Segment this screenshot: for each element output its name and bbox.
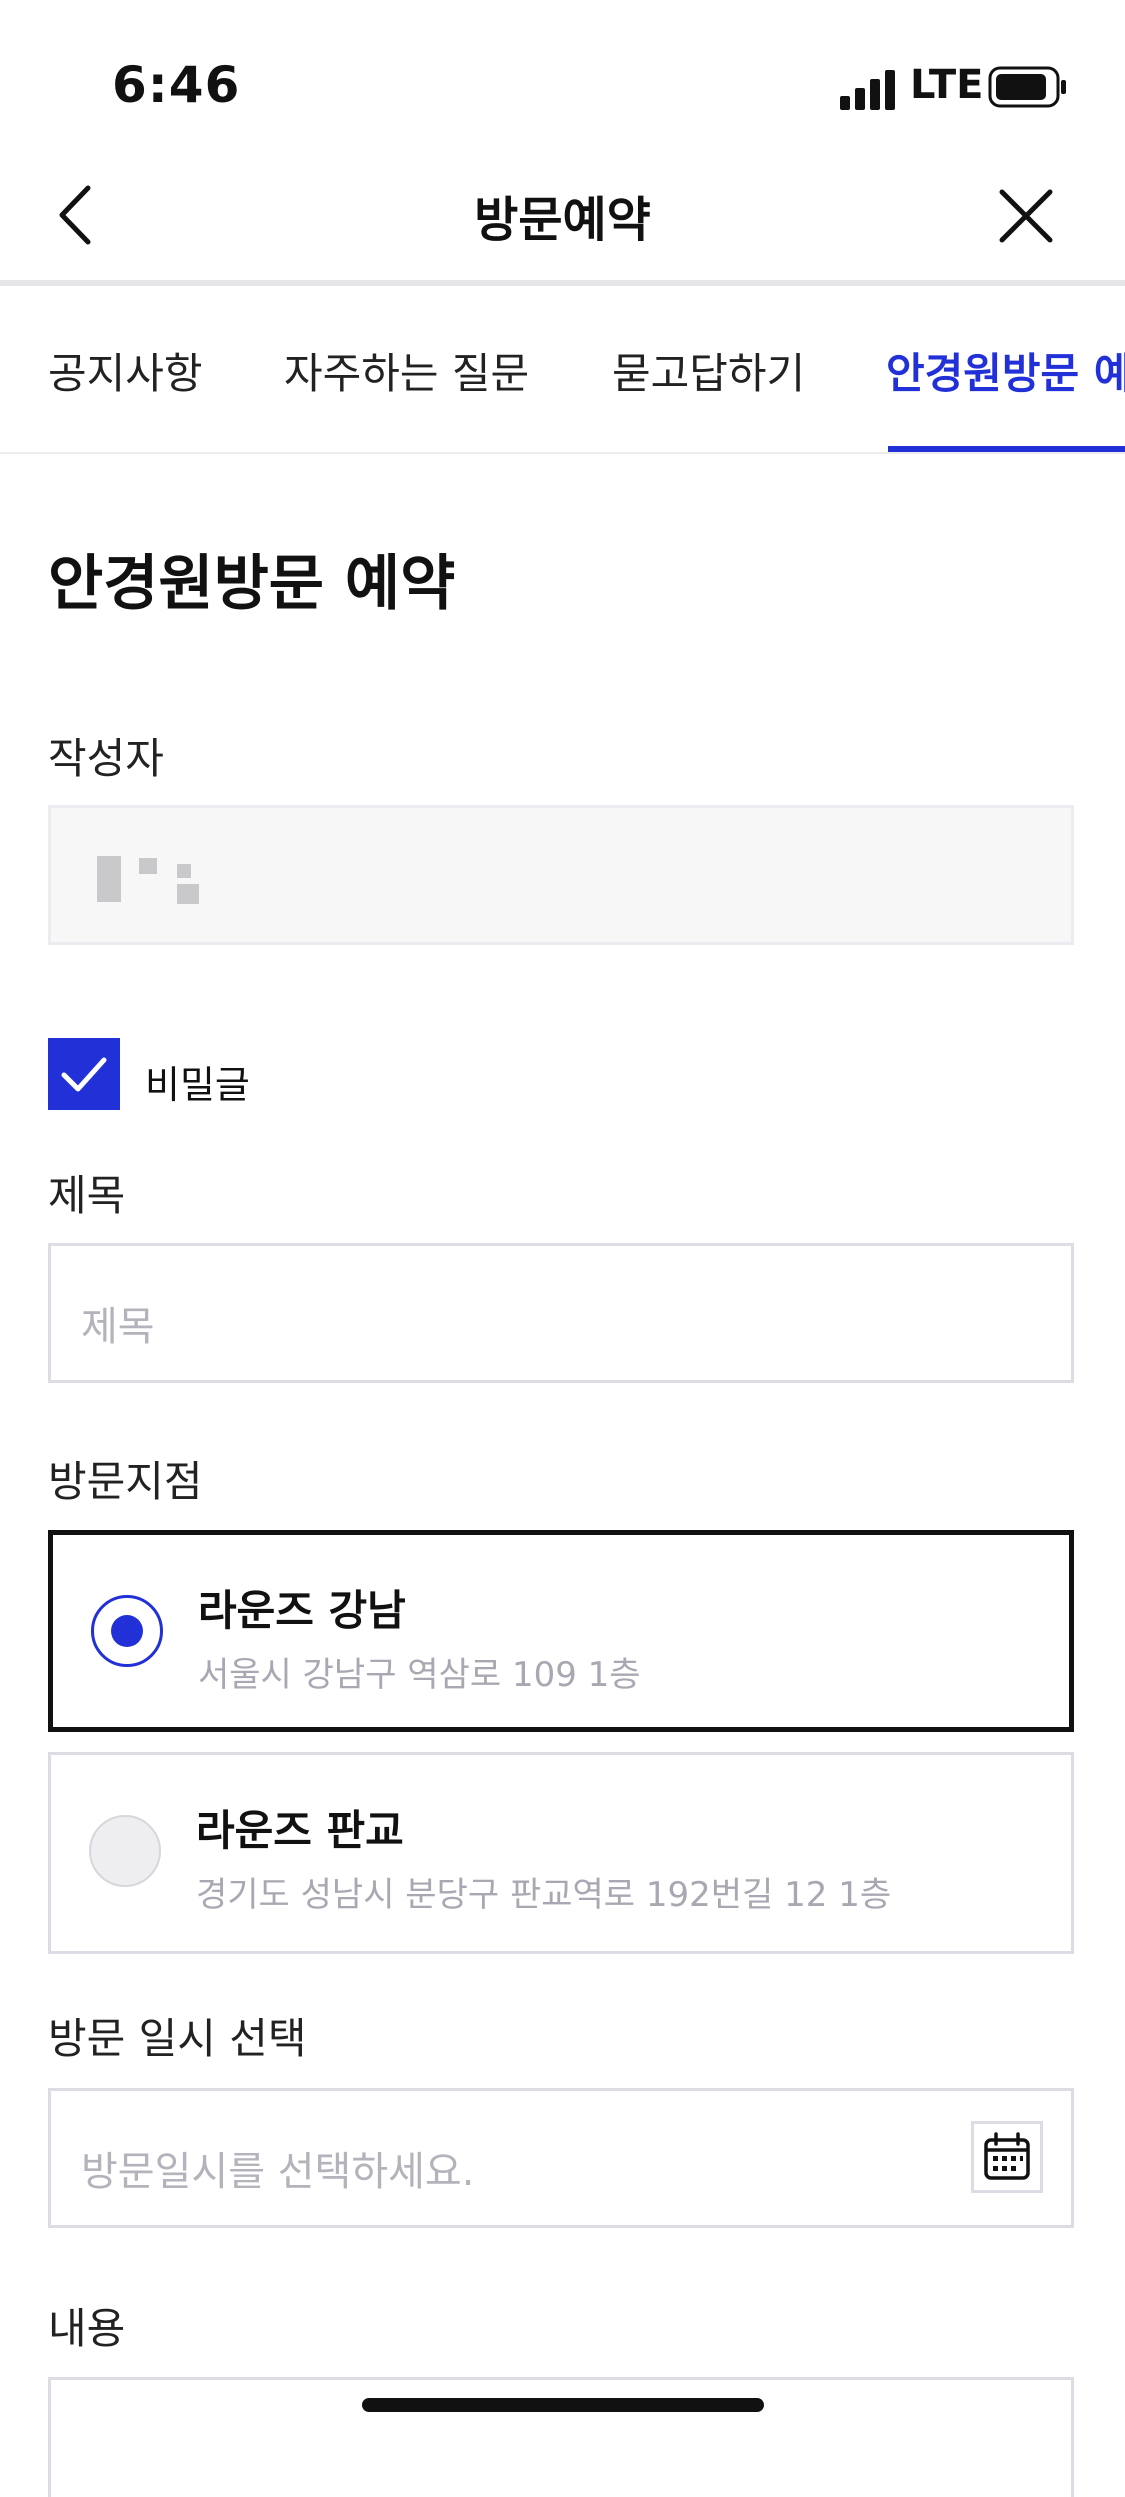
subject-input[interactable]: 제목 — [48, 1243, 1074, 1383]
home-indicator — [362, 2398, 764, 2412]
page-header-title: 방문예약 — [474, 192, 651, 248]
branch-name: 라운즈 강남 — [198, 1586, 406, 1635]
subject-label: 제목 — [48, 1171, 126, 1220]
radio-selected[interactable] — [91, 1595, 163, 1667]
branch-name: 라운즈 판교 — [196, 1806, 404, 1855]
tabs-divider — [0, 452, 1125, 454]
tab-store-visit[interactable]: 안경원방문 예 — [886, 340, 1125, 401]
author-field — [48, 805, 1074, 945]
branch-address: 서울시 강남구 역삼로 109 1층 — [198, 1655, 641, 1695]
form-title: 안경원방문 예약 — [48, 549, 456, 619]
signal-icon — [840, 70, 895, 110]
visit-datetime-input[interactable]: 방문일시를 선택하세요. — [48, 2088, 1074, 2228]
subject-placeholder: 제목 — [81, 1304, 155, 1350]
calendar-button[interactable] — [971, 2121, 1043, 2193]
branch-option-pangyo[interactable]: 라운즈 판교 경기도 성남시 분당구 판교역로 192번길 12 1층 — [48, 1752, 1074, 1954]
branch-label: 방문지점 — [48, 1457, 203, 1506]
network-label: LTE — [910, 62, 984, 108]
tab-qna[interactable]: 묻고답하기 — [612, 340, 805, 401]
branch-option-gangnam[interactable]: 라운즈 강남 서울시 강남구 역삼로 109 1층 — [48, 1530, 1074, 1732]
branch-address: 경기도 성남시 분당구 판교역로 192번길 12 1층 — [196, 1875, 892, 1915]
active-tab-indicator — [888, 446, 1125, 452]
tab-faq[interactable]: 자주하는 질문 — [284, 340, 529, 401]
content-textarea[interactable] — [48, 2377, 1074, 2497]
secret-checkbox[interactable] — [48, 1038, 120, 1110]
header-divider — [0, 280, 1125, 286]
tab-notice[interactable]: 공지사항 — [48, 340, 203, 401]
check-icon — [61, 1057, 107, 1092]
calendar-icon — [984, 2132, 1030, 2180]
visit-datetime-label: 방문 일시 선택 — [48, 2014, 307, 2063]
close-button[interactable] — [996, 186, 1056, 246]
secret-checkbox-label[interactable]: 비밀글 — [145, 1054, 250, 1109]
status-time: 6:46 — [112, 56, 241, 114]
radio-unselected[interactable] — [89, 1815, 161, 1887]
author-label: 작성자 — [48, 734, 164, 783]
battery-icon — [988, 66, 1066, 108]
visit-datetime-placeholder: 방문일시를 선택하세요. — [81, 2149, 475, 2195]
content-label: 내용 — [48, 2304, 126, 2353]
